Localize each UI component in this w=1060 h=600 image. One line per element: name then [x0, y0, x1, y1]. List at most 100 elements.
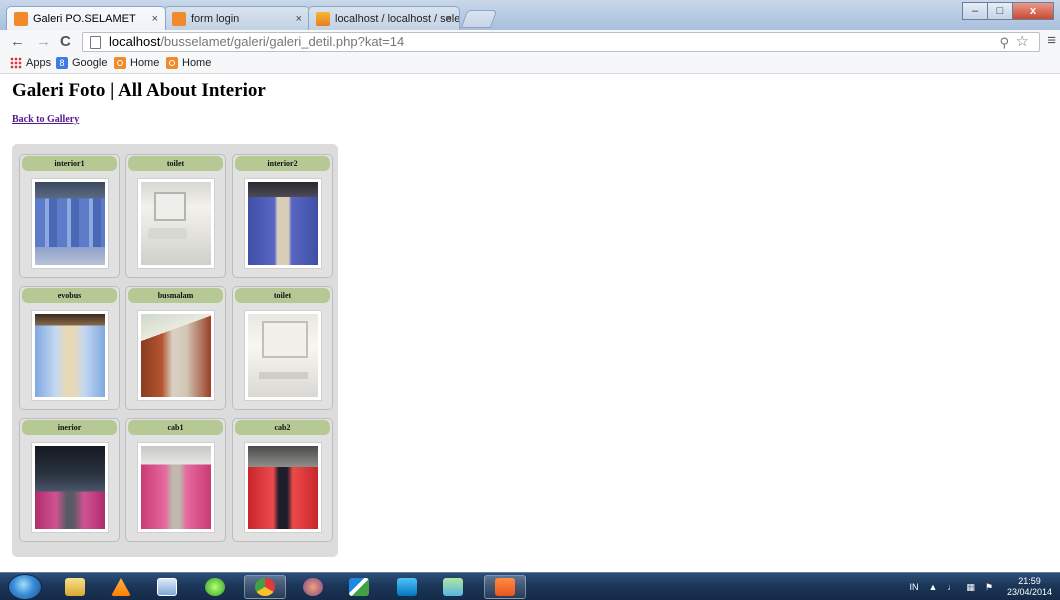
- bookmark-label: Google: [72, 57, 108, 69]
- gallery-item[interactable]: cab1: [125, 418, 226, 542]
- apps-grid-icon: [10, 57, 22, 69]
- bookmark-home-2[interactable]: Home: [166, 57, 211, 69]
- tab-galeri[interactable]: Galeri PO.SELAMET ×: [6, 6, 166, 30]
- bus-interior-photo: [248, 446, 318, 529]
- google-icon: 8: [56, 57, 68, 69]
- phpmyadmin-favicon-icon: [316, 12, 330, 26]
- taskbar-app-media[interactable]: [386, 575, 428, 599]
- url-host: localhost: [109, 34, 161, 49]
- taskbar-word[interactable]: [146, 575, 188, 599]
- browser-toolbar: ← → C localhost/busselamet/galeri/galeri…: [0, 30, 1060, 54]
- folder-icon: [443, 578, 463, 596]
- clock-time: 21:59: [1018, 576, 1041, 586]
- url-path: /busselamet/galeri/galeri_detil.php?kat=…: [160, 34, 405, 49]
- windows-taskbar: IN ▲ ♩ ▦ ⚑ 21:59 23/04/2014: [0, 572, 1060, 600]
- bus-interior-photo: [35, 182, 105, 265]
- show-hidden-icons-icon[interactable]: ▲: [928, 582, 937, 592]
- browser-titlebar: Galeri PO.SELAMET × form login × localho…: [0, 0, 1060, 30]
- tab-label: localhost / localhost / sele: [335, 13, 460, 25]
- tab-form-login[interactable]: form login ×: [164, 6, 310, 30]
- reload-icon[interactable]: C: [60, 32, 71, 52]
- network-icon[interactable]: ▦: [966, 582, 975, 593]
- volume-icon[interactable]: ♩: [947, 582, 956, 592]
- gallery-item[interactable]: cab2: [232, 418, 333, 542]
- gallery-thumbnail[interactable]: [244, 178, 322, 269]
- chrome-icon: [255, 578, 275, 596]
- folder-icon: [65, 578, 85, 596]
- gallery-item-title: inerior: [22, 420, 117, 435]
- gallery-item[interactable]: toilet: [232, 286, 333, 410]
- gallery-item[interactable]: toilet: [125, 154, 226, 278]
- toilet-photo: [141, 182, 211, 265]
- window-controls: – □ x: [962, 2, 1054, 20]
- bus-interior-photo: [141, 446, 211, 529]
- taskbar-app-pen[interactable]: [338, 575, 380, 599]
- gallery-item-title: interior1: [22, 156, 117, 171]
- gallery-thumbnail[interactable]: [31, 442, 109, 533]
- gallery-thumbnail[interactable]: [244, 310, 322, 401]
- gallery-item[interactable]: busmalam: [125, 286, 226, 410]
- gallery-item[interactable]: interior2: [232, 154, 333, 278]
- gallery-thumbnail[interactable]: [31, 310, 109, 401]
- bookmark-label: Home: [130, 57, 160, 69]
- new-tab-button[interactable]: [460, 10, 498, 28]
- menu-icon[interactable]: ≡: [1047, 32, 1056, 49]
- media-icon: [397, 578, 417, 596]
- bookmark-home-1[interactable]: Home: [114, 57, 159, 69]
- back-to-gallery-link[interactable]: Back to Gallery: [12, 114, 79, 125]
- maximize-button[interactable]: □: [987, 2, 1013, 20]
- gallery-item-title: toilet: [235, 288, 330, 303]
- taskbar-app-green[interactable]: [194, 575, 236, 599]
- taskbar-chrome[interactable]: [244, 575, 286, 599]
- green-app-icon: [205, 578, 225, 596]
- zoom-icon[interactable]: ⚲: [999, 34, 1009, 52]
- forward-arrow-icon[interactable]: →: [36, 32, 51, 52]
- vlc-cone-icon: [111, 578, 131, 596]
- taskbar-explorer[interactable]: [54, 575, 96, 599]
- star-icon[interactable]: ☆: [1016, 33, 1029, 51]
- xampp-icon: [166, 57, 178, 69]
- gallery-item-title: toilet: [128, 156, 223, 171]
- gallery-item-title: interior2: [235, 156, 330, 171]
- gallery-thumbnail[interactable]: [244, 442, 322, 533]
- xampp-icon: [114, 57, 126, 69]
- gallery-item-title: evobus: [22, 288, 117, 303]
- tab-close-icon[interactable]: ×: [446, 7, 452, 30]
- xampp-favicon-icon: [172, 12, 186, 26]
- xampp-icon: [495, 578, 515, 596]
- clock-date: 23/04/2014: [1006, 587, 1052, 597]
- gallery-thumbnail[interactable]: [137, 178, 215, 269]
- windows-start-icon[interactable]: [8, 574, 42, 600]
- bus-interior-photo: [141, 314, 211, 397]
- page-icon: [90, 36, 101, 49]
- bookmark-apps[interactable]: Apps: [10, 57, 51, 69]
- gallery-item-title: busmalam: [128, 288, 223, 303]
- gallery-item[interactable]: evobus: [19, 286, 120, 410]
- gallery-thumbnail[interactable]: [137, 442, 215, 533]
- xampp-favicon-icon: [14, 12, 28, 26]
- gallery-thumbnail[interactable]: [137, 310, 215, 401]
- gallery-item[interactable]: interior1: [19, 154, 120, 278]
- action-center-icon[interactable]: ⚑: [985, 582, 993, 593]
- address-bar[interactable]: localhost/busselamet/galeri/galeri_detil…: [82, 32, 1040, 52]
- tab-close-icon[interactable]: ×: [152, 7, 158, 30]
- clock[interactable]: 21:59 23/04/2014: [1007, 576, 1052, 598]
- close-window-button[interactable]: x: [1012, 2, 1054, 20]
- photo-gallery: interior1 toilet interior2 evobus busmal…: [12, 144, 338, 557]
- taskbar-app-globe[interactable]: [292, 575, 334, 599]
- gallery-item[interactable]: inerior: [19, 418, 120, 542]
- language-indicator[interactable]: IN: [909, 582, 918, 592]
- taskbar-app-folder2[interactable]: [432, 575, 474, 599]
- bookmarks-bar: Apps 8 Google Home Home: [0, 54, 1060, 74]
- system-tray: IN ▲ ♩ ▦ ⚑ 21:59 23/04/2014: [899, 573, 1052, 600]
- bookmark-google[interactable]: 8 Google: [56, 57, 107, 69]
- gallery-thumbnail[interactable]: [31, 178, 109, 269]
- tab-close-icon[interactable]: ×: [296, 7, 302, 30]
- minimize-button[interactable]: –: [962, 2, 988, 20]
- gallery-item-title: cab1: [128, 420, 223, 435]
- tab-phpmyadmin[interactable]: localhost / localhost / sele ×: [308, 6, 460, 30]
- gallery-item-title: cab2: [235, 420, 330, 435]
- back-arrow-icon[interactable]: ←: [10, 32, 25, 52]
- taskbar-xampp[interactable]: [484, 575, 526, 599]
- taskbar-vlc[interactable]: [100, 575, 142, 599]
